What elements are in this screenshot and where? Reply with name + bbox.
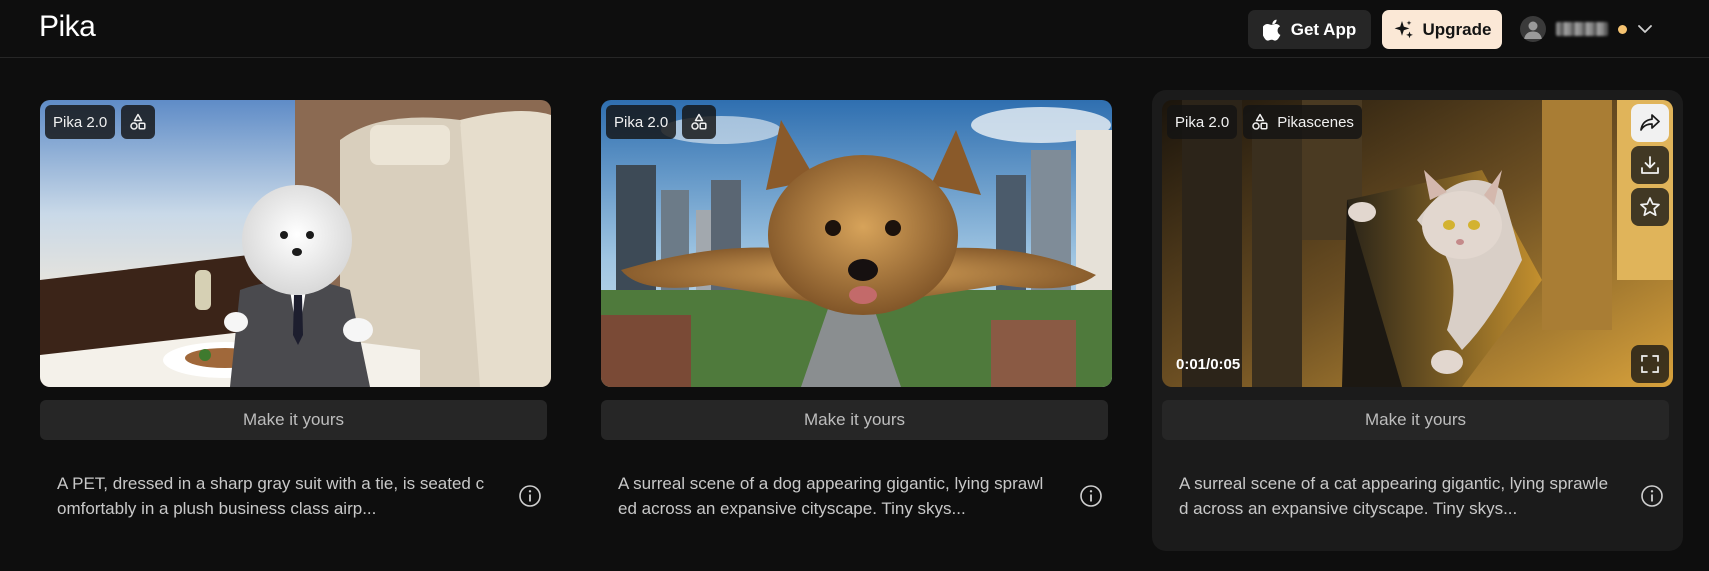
user-icon [1524,21,1542,39]
info-icon[interactable] [1640,484,1664,508]
favorite-button[interactable] [1631,188,1669,226]
model-badge-label: Pika 2.0 [53,113,108,131]
status-dot [1618,24,1627,34]
username-redacted [1556,22,1608,36]
badge-row: Pika 2.0 Pikascenes [1167,105,1362,139]
sparkle-icon [1394,20,1413,38]
fullscreen-icon [1641,355,1659,373]
description-row: A PET, dressed in a sharp gray suit with… [40,471,551,531]
scene-badge-label: Pikascenes [1277,113,1354,131]
get-app-button[interactable]: Get App [1248,10,1371,49]
top-bar: Pika Get App Upgrade [0,0,1709,58]
info-icon[interactable] [1079,484,1103,508]
chevron-down-icon[interactable] [1637,24,1653,34]
media-actions [1631,104,1669,226]
pika-logo[interactable]: Pika [39,10,96,44]
download-icon [1641,156,1659,174]
video-card[interactable]: Pika 2.0 Make it yours A PET, dressed in… [40,100,551,531]
shapes-icon [691,113,707,130]
description-row: A surreal scene of a cat appearing gigan… [1162,471,1673,531]
description-row: A surreal scene of a dog appearing gigan… [601,471,1112,531]
prompt-description: A PET, dressed in a sharp gray suit with… [57,474,485,518]
video-card[interactable]: Pika 2.0 Pikascenes 0:01/0:05 Make it yo… [1162,100,1673,531]
badge-row: Pika 2.0 [606,105,717,139]
prompt-description: A surreal scene of a cat appearing gigan… [1179,474,1609,518]
video-thumbnail[interactable]: Pika 2.0 [40,100,551,387]
effects-badge[interactable] [682,105,717,139]
shapes-icon [1252,113,1268,130]
effects-badge[interactable] [121,105,156,139]
share-button[interactable] [1631,104,1669,142]
model-badge: Pika 2.0 [1167,105,1238,139]
get-app-label: Get App [1290,19,1357,39]
star-icon [1640,197,1660,217]
model-badge: Pika 2.0 [606,105,677,139]
video-timecode: 0:01/0:05 [1176,356,1241,373]
model-badge-label: Pika 2.0 [614,113,669,131]
badge-row: Pika 2.0 [45,105,156,139]
upgrade-button[interactable]: Upgrade [1382,10,1502,49]
scene-badge[interactable]: Pikascenes [1243,105,1362,139]
upgrade-label: Upgrade [1422,19,1492,39]
model-badge: Pika 2.0 [45,105,116,139]
model-badge-label: Pika 2.0 [1175,113,1230,131]
prompt-description: A surreal scene of a dog appearing gigan… [618,474,1044,518]
info-icon[interactable] [518,484,542,508]
thumbnail-image-dog-airplane [40,100,551,387]
fullscreen-button[interactable] [1631,345,1669,383]
shapes-icon [130,113,146,130]
share-icon [1640,114,1660,131]
make-it-yours-button[interactable]: Make it yours [40,400,547,440]
video-player[interactable]: Pika 2.0 Pikascenes 0:01/0:05 [1162,100,1673,387]
make-it-yours-button[interactable]: Make it yours [601,400,1108,440]
avatar[interactable] [1520,16,1546,42]
video-card[interactable]: Pika 2.0 Make it yours A surreal scene o… [601,100,1112,531]
apple-icon [1262,19,1281,41]
thumbnail-image-giant-cat-city [1162,100,1673,387]
download-button[interactable] [1631,146,1669,184]
video-thumbnail[interactable]: Pika 2.0 [601,100,1112,387]
user-menu[interactable] [1520,14,1653,44]
thumbnail-image-giant-dog-city [601,100,1112,387]
make-it-yours-button[interactable]: Make it yours [1162,400,1669,440]
